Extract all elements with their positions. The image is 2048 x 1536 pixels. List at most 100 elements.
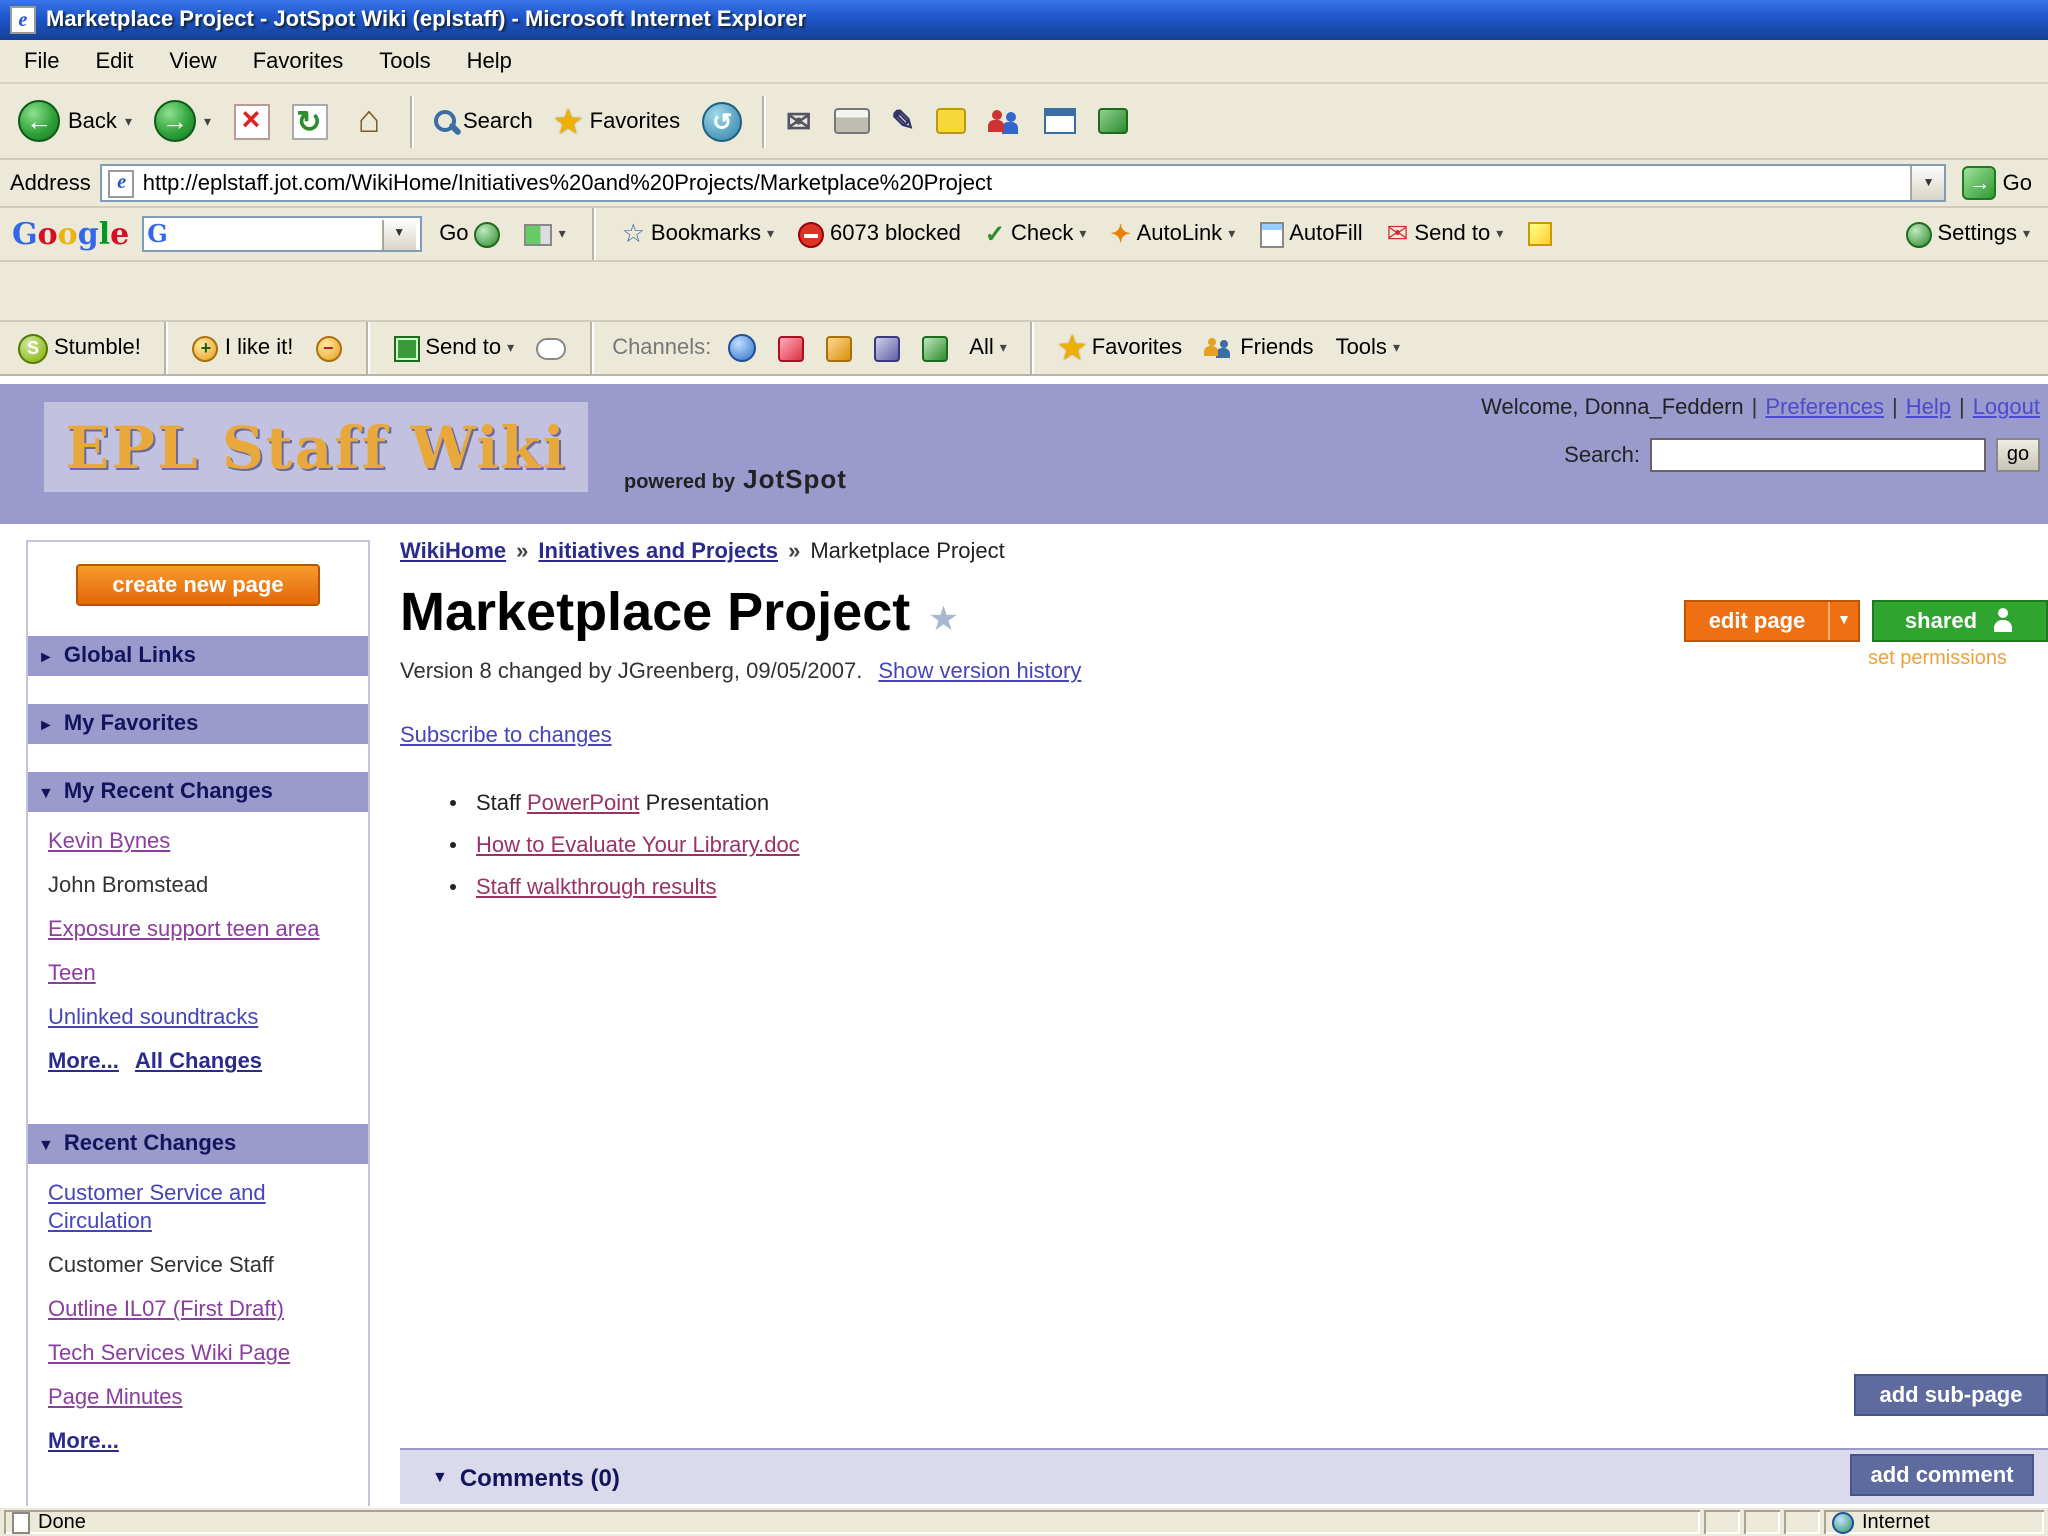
refresh-button[interactable]: ↻ — [281, 89, 337, 153]
breadcrumb-initiatives[interactable]: Initiatives and Projects — [538, 540, 778, 564]
stumble-favorites-button[interactable]: ★ Favorites — [1053, 326, 1188, 370]
friends-button[interactable]: Friends — [1198, 332, 1319, 364]
all-changes-link[interactable]: All Changes — [135, 1050, 262, 1074]
subscribe-link[interactable]: Subscribe to changes — [400, 724, 612, 748]
media-button[interactable] — [1035, 89, 1087, 153]
preferences-link[interactable]: Preferences — [1765, 396, 1884, 420]
google-search-input[interactable]: G ▼ — [141, 216, 422, 252]
more-link[interactable]: More... — [48, 1430, 119, 1454]
sidebar-section-global-links[interactable]: Global Links — [28, 636, 368, 676]
breadcrumb-wikihome[interactable]: WikiHome — [400, 540, 506, 564]
recent-page-link[interactable]: Exposure support teen area — [48, 918, 320, 942]
google-settings-button[interactable]: Settings ▾ — [1899, 217, 2036, 251]
search-button[interactable]: Search — [423, 89, 543, 153]
google-go-button[interactable]: Go — [433, 217, 506, 251]
address-dropdown-button[interactable]: ▼ — [1910, 166, 1945, 200]
recent-page-link[interactable]: John Bromstead — [48, 874, 208, 898]
print-button[interactable] — [823, 89, 879, 153]
add-comment-button[interactable]: add comment — [1850, 1454, 2034, 1496]
go-button[interactable]: → Go — [1957, 164, 2038, 202]
stumble-button[interactable]: S Stumble! — [12, 329, 147, 367]
channels-all-button[interactable]: All ▾ — [963, 332, 1013, 364]
highlighter-button[interactable] — [1521, 218, 1557, 250]
address-bar: Address e http://eplstaff.jot.com/WikiHo… — [0, 160, 2048, 208]
back-button[interactable]: ← Back ▾ — [8, 89, 142, 153]
messenger-icon — [988, 109, 1023, 133]
stumble-sendto-button[interactable]: Send to ▾ — [387, 331, 520, 365]
stop-button[interactable]: × — [223, 89, 279, 153]
list-item: More... — [48, 1428, 356, 1456]
recent-page-link[interactable]: Kevin Bynes — [48, 830, 170, 854]
forward-button[interactable]: → ▾ — [144, 89, 221, 153]
add-subpage-button[interactable]: add sub-page — [1854, 1374, 2048, 1416]
like-button[interactable]: + I like it! — [187, 331, 299, 365]
wiki-search-input[interactable] — [1650, 438, 1986, 472]
discuss-button[interactable] — [927, 89, 977, 153]
channel-photos-button[interactable] — [771, 331, 809, 365]
comment-bubble-button[interactable] — [530, 333, 572, 363]
bookmarks-button[interactable]: ☆ Bookmarks ▾ — [616, 214, 780, 254]
list-item: Kevin Bynes — [48, 828, 356, 856]
research-button[interactable] — [1089, 89, 1139, 153]
more-link[interactable]: More... — [48, 1050, 119, 1074]
comments-section-header[interactable]: Comments (0) — [400, 1448, 2048, 1504]
google-search-dropdown[interactable]: ▼ — [381, 219, 416, 249]
google-sendto-button[interactable]: ✉ Send to ▾ — [1381, 214, 1510, 254]
logout-link[interactable]: Logout — [1973, 396, 2040, 420]
wiki-search-go-button[interactable]: go — [1996, 438, 2040, 472]
address-url: http://eplstaff.jot.com/WikiHome/Initiat… — [142, 171, 993, 195]
sidebar-section-my-recent-changes[interactable]: My Recent Changes — [28, 772, 368, 812]
channel-video-button[interactable] — [819, 331, 857, 365]
channel-news-button[interactable] — [867, 331, 905, 365]
menu-edit[interactable]: Edit — [77, 41, 151, 81]
channel-games-button[interactable] — [915, 331, 953, 365]
forward-icon: → — [153, 100, 196, 142]
evaluate-library-doc-link[interactable]: How to Evaluate Your Library.doc — [476, 834, 800, 858]
favorite-star-icon[interactable] — [910, 612, 959, 636]
recent-page-link[interactable]: Tech Services Wiki Page — [48, 1342, 290, 1366]
spellcheck-button[interactable]: ✓ Check ▾ — [979, 216, 1093, 252]
menu-favorites[interactable]: Favorites — [235, 41, 362, 81]
pagerank-icon — [524, 223, 553, 245]
recent-page-link[interactable]: Customer Service and Circulation — [48, 1182, 266, 1234]
history-button[interactable]: ↺ — [692, 89, 752, 153]
walkthrough-results-link[interactable]: Staff walkthrough results — [476, 876, 717, 900]
home-button[interactable]: ⌂ — [339, 89, 399, 153]
powerpoint-link[interactable]: PowerPoint — [527, 792, 640, 816]
edit-button[interactable]: ✎ — [881, 89, 924, 153]
address-input[interactable]: e http://eplstaff.jot.com/WikiHome/Initi… — [100, 164, 1947, 202]
menu-help[interactable]: Help — [449, 41, 530, 81]
help-link[interactable]: Help — [1906, 396, 1951, 420]
create-new-page-button[interactable]: create new page — [76, 564, 320, 606]
set-permissions-link[interactable]: set permissions — [1868, 648, 2048, 670]
thumbs-up-icon: + — [192, 335, 219, 361]
recent-page-link[interactable]: Page Minutes — [48, 1386, 183, 1410]
list-item: Exposure support teen area — [48, 916, 356, 944]
show-version-history-link[interactable]: Show version history — [878, 660, 1081, 684]
edit-page-button[interactable]: edit page ▼ — [1684, 600, 1860, 642]
channel-web-button[interactable] — [721, 330, 761, 366]
autofill-button[interactable]: AutoFill — [1253, 217, 1368, 251]
recent-page-link[interactable]: Outline IL07 (First Draft) — [48, 1298, 284, 1322]
mail-button[interactable]: ✉ — [776, 89, 821, 153]
dislike-button[interactable]: − — [309, 331, 347, 365]
sidebar-section-recent-changes[interactable]: Recent Changes — [28, 1124, 368, 1164]
recent-page-link[interactable]: Unlinked soundtracks — [48, 1006, 258, 1030]
pagerank-button[interactable]: ▾ — [519, 219, 572, 249]
sidebar-section-my-favorites[interactable]: My Favorites — [28, 704, 368, 744]
history-icon: ↺ — [702, 101, 743, 141]
recent-page-link[interactable]: Customer Service Staff — [48, 1254, 274, 1278]
menu-file[interactable]: File — [6, 41, 77, 81]
menu-tools[interactable]: Tools — [361, 41, 448, 81]
popup-blocker-button[interactable]: 6073 blocked — [792, 217, 967, 251]
list-item: How to Evaluate Your Library.doc — [476, 834, 2048, 858]
menu-view[interactable]: View — [151, 41, 234, 81]
favorites-button[interactable]: ★ Favorites — [545, 89, 690, 153]
stumble-tools-button[interactable]: Tools ▾ — [1330, 332, 1406, 364]
edit-page-dropdown[interactable]: ▼ — [1828, 602, 1858, 640]
status-cell — [1704, 1510, 1740, 1534]
autolink-button[interactable]: ✦ AutoLink ▾ — [1104, 216, 1241, 252]
recent-page-link[interactable]: Teen — [48, 962, 96, 986]
messenger-button[interactable] — [979, 89, 1033, 153]
shared-button[interactable]: shared — [1872, 600, 2048, 642]
